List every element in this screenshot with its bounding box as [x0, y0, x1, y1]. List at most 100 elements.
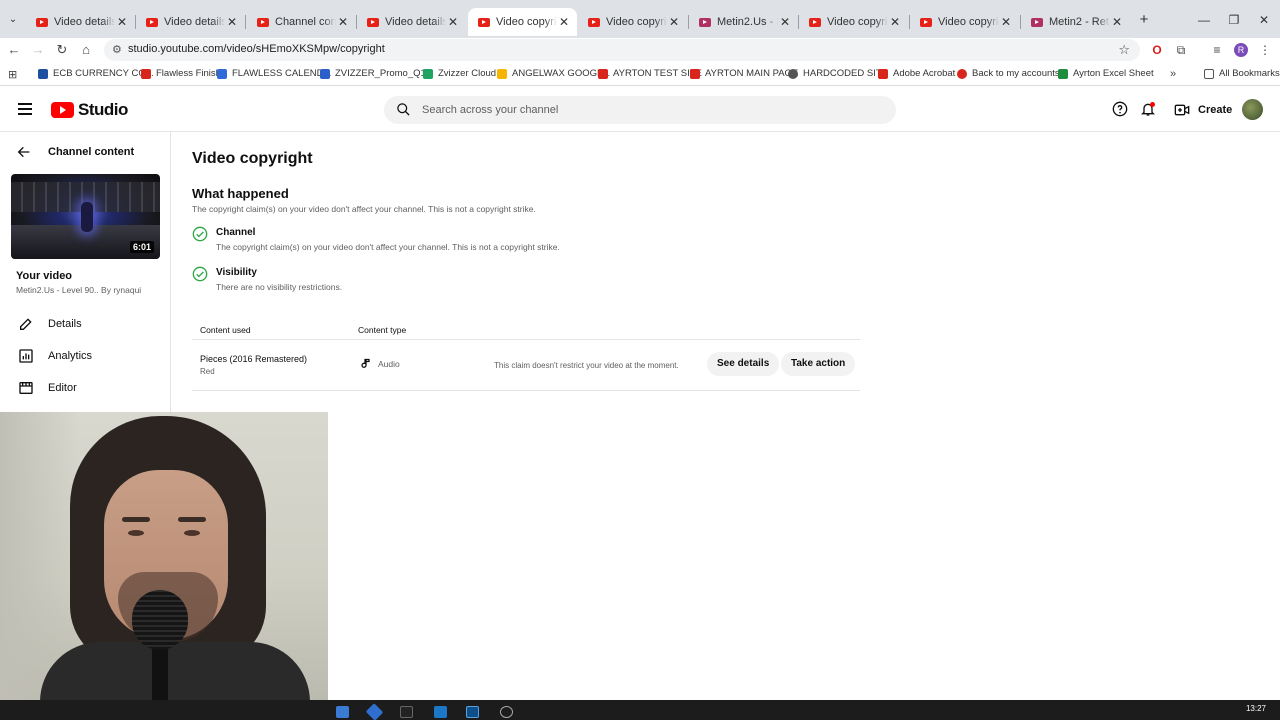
- apps-grid-icon[interactable]: ⊞: [8, 68, 17, 81]
- close-tab-icon[interactable]: ✕: [557, 15, 571, 29]
- studio-logo[interactable]: Studio: [51, 100, 128, 120]
- bookmark-item[interactable]: Flawless Finish: [141, 68, 221, 79]
- close-tab-icon[interactable]: ✕: [336, 15, 350, 29]
- status-description: The copyright claim(s) on your video don…: [216, 242, 560, 252]
- bookmark-item[interactable]: ECB CURRENCY CO...: [38, 68, 154, 79]
- taskbar-app-icon[interactable]: [400, 706, 413, 718]
- close-tab-icon[interactable]: ✕: [225, 15, 239, 29]
- hamburger-menu-icon[interactable]: [18, 103, 32, 115]
- browser-tab[interactable]: Metin2 - Return of ✕: [1021, 8, 1130, 36]
- close-tab-icon[interactable]: ✕: [667, 15, 681, 29]
- bookmark-item[interactable]: AYRTON TEST SITE: [598, 68, 702, 79]
- bookmark-item[interactable]: AYRTON MAIN PAGE: [690, 68, 798, 79]
- browser-tab[interactable]: Metin2.Us - Different ✕: [689, 8, 798, 36]
- tab-title: Metin2 - Return of: [1049, 16, 1110, 28]
- sheet-icon: [1058, 68, 1068, 79]
- bookmark-item[interactable]: Zvizzer Cloud: [423, 68, 496, 79]
- close-tab-icon[interactable]: ✕: [446, 15, 460, 29]
- back-to-channel-content[interactable]: Channel content: [16, 144, 134, 160]
- taskbar-app-icon[interactable]: [434, 706, 447, 718]
- forward-arrow-icon[interactable]: →: [30, 42, 46, 58]
- close-tab-icon[interactable]: ✕: [115, 15, 129, 29]
- sidebar-item-label: Analytics: [48, 350, 93, 362]
- see-details-button[interactable]: See details: [707, 352, 780, 376]
- youtube-favicon-icon: [920, 17, 932, 27]
- browser-toolbar: ← → ↻ ⌂ ⚙ studio.youtube.com/video/sHEmo…: [0, 38, 1280, 62]
- search-icon: [397, 103, 410, 116]
- all-bookmarks-folder[interactable]: All Bookmarks: [1204, 68, 1280, 79]
- tab-title: Video copyright - YouTube Studio: [606, 16, 667, 28]
- channel-avatar[interactable]: [1242, 99, 1263, 120]
- youtube-favicon-icon: [36, 17, 48, 27]
- home-icon[interactable]: ⌂: [78, 42, 94, 58]
- drive-icon: [423, 68, 433, 79]
- reload-icon[interactable]: ↻: [54, 42, 70, 58]
- browser-menu-icon[interactable]: ⋮: [1258, 43, 1272, 57]
- bookmark-item[interactable]: ANGELWAX GOOGL...: [497, 68, 610, 79]
- video-thumbnail[interactable]: 6:01: [11, 174, 160, 259]
- bookmark-item[interactable]: Adobe Acrobat: [878, 68, 955, 79]
- browser-tab[interactable]: Channel content - YouTube Studio ✕: [247, 8, 356, 36]
- column-header-content-type: Content type: [358, 325, 407, 335]
- back-arrow-icon[interactable]: ←: [6, 42, 22, 58]
- music-note-icon: [361, 358, 370, 368]
- bookmark-star-icon[interactable]: ☆: [1118, 42, 1130, 58]
- help-icon[interactable]: [1112, 101, 1128, 117]
- browser-tab[interactable]: Video copyright - YouTube Studio ✕: [799, 8, 908, 36]
- media-controls-icon[interactable]: ≡: [1210, 43, 1224, 57]
- address-bar[interactable]: ⚙ studio.youtube.com/video/sHEmoXKSMpw/c…: [104, 39, 1140, 61]
- bookmark-label: Back to my accounts: [972, 68, 1060, 79]
- bookmark-item[interactable]: Ayrton Excel Sheet: [1058, 68, 1154, 79]
- youtube-favicon-icon: [588, 17, 600, 27]
- bookmark-item[interactable]: HARDCODED SITE: [788, 68, 888, 79]
- youtube-favicon-icon: [478, 17, 490, 27]
- tab-title: Video details - YouTube Studio: [54, 16, 115, 28]
- browser-tab-active[interactable]: Video copyright - YouTube Studio ✕: [468, 8, 577, 36]
- tab-title: Video copyright - YouTube Studio: [938, 16, 999, 28]
- close-tab-icon[interactable]: ✕: [1110, 15, 1124, 29]
- taskbar-app-icon[interactable]: [500, 706, 513, 718]
- table-row: Pieces (2016 Remastered) Red Audio This …: [192, 340, 860, 391]
- taskbar-app-icon[interactable]: [365, 703, 384, 720]
- opera-extension-icon[interactable]: O: [1150, 43, 1164, 57]
- more-bookmarks-chevron-icon[interactable]: »: [1170, 68, 1176, 80]
- close-tab-icon[interactable]: ✕: [999, 15, 1013, 29]
- browser-tab[interactable]: Video details - YouTube Studio ✕: [357, 8, 466, 36]
- take-action-button[interactable]: Take action: [781, 352, 856, 376]
- create-button[interactable]: Create: [1167, 95, 1244, 123]
- bookmark-item[interactable]: Back to my accounts: [957, 68, 1060, 79]
- taskbar-app-icon[interactable]: [336, 706, 349, 718]
- site-info-icon[interactable]: ⚙: [112, 43, 122, 56]
- studio-header: Studio Create: [0, 87, 1280, 132]
- profile-avatar-icon[interactable]: R: [1234, 43, 1248, 57]
- claims-table: Content used Content type Pieces (2016 R…: [192, 320, 860, 391]
- browser-tab[interactable]: Video copyright - YouTube Studio ✕: [910, 8, 1019, 36]
- bookmark-item[interactable]: ZVIZZER_Promo_Q1...: [320, 68, 434, 79]
- notification-dot: [1150, 102, 1155, 107]
- column-header-content-used: Content used: [200, 325, 251, 335]
- arrow-left-icon: [17, 146, 30, 158]
- extensions-puzzle-icon[interactable]: ⧉: [1174, 43, 1188, 57]
- channel-search-box[interactable]: [384, 96, 896, 124]
- close-tab-icon[interactable]: ✕: [888, 15, 902, 29]
- webcam-eye: [128, 530, 144, 536]
- taskbar-app-icon[interactable]: [466, 706, 479, 718]
- pdf-icon: [598, 68, 608, 79]
- bookmark-label: Ayrton Excel Sheet: [1073, 68, 1154, 79]
- sidebar-item-analytics[interactable]: Analytics: [18, 348, 92, 364]
- browser-tab[interactable]: Video copyright - YouTube Studio ✕: [578, 8, 687, 36]
- search-input[interactable]: [422, 101, 862, 119]
- tab-search-icon[interactable]: ⌄: [6, 14, 20, 28]
- sidebar-item-label: Details: [48, 318, 82, 330]
- sidebar-item-details[interactable]: Details: [18, 316, 82, 332]
- sidebar-item-editor[interactable]: Editor: [18, 380, 77, 396]
- bookmark-item[interactable]: FLAWLESS CALEND...: [217, 68, 331, 79]
- url-text[interactable]: studio.youtube.com/video/sHEmoXKSMpw/cop…: [128, 43, 385, 55]
- close-tab-icon[interactable]: ✕: [778, 15, 792, 29]
- restore-window-icon[interactable]: ❐: [1226, 12, 1242, 28]
- close-window-icon[interactable]: ✕: [1256, 12, 1272, 28]
- browser-tab[interactable]: Video details - YouTube Studio ✕: [26, 8, 135, 36]
- new-tab-plus-icon[interactable]: +: [1136, 12, 1152, 28]
- minimize-window-icon[interactable]: —: [1196, 12, 1212, 28]
- browser-tab[interactable]: Video details - YouTube Studio ✕: [136, 8, 245, 36]
